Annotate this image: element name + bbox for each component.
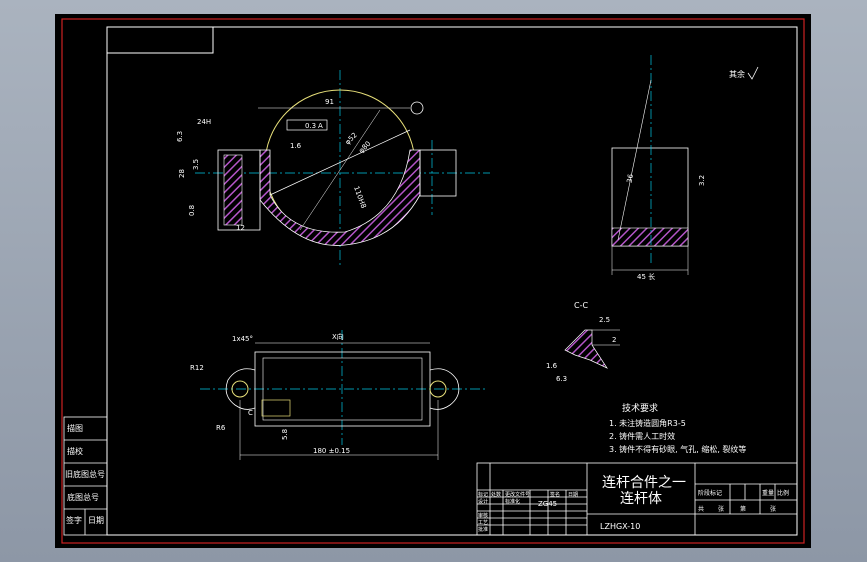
dim-bottom-58: 5.8 bbox=[281, 429, 289, 440]
tb-right-0: 阶段标记 bbox=[698, 489, 722, 497]
tb-label-0: 标记 bbox=[478, 491, 488, 498]
dim-bottom-width: 180 ±0.15 bbox=[313, 447, 350, 455]
dim-28: 28 bbox=[178, 169, 186, 178]
dim-cc-2: 2 bbox=[612, 336, 616, 344]
dim-cc-16: 1.6 bbox=[546, 362, 558, 370]
tech-req-item-3: 3. 铸件不得有砂眼, 气孔, 缩松, 裂纹等 bbox=[609, 444, 746, 454]
tech-req-item-1: 1. 未注铸造圆角R3-5 bbox=[609, 418, 686, 428]
dim-08: 0.8 bbox=[188, 205, 196, 216]
dim-bottom-r12: R12 bbox=[190, 364, 204, 372]
section-label: C-C bbox=[574, 301, 588, 310]
tol-a: A bbox=[318, 122, 323, 130]
tb-right-1: 重量 bbox=[762, 489, 774, 497]
tb-label-6: 标准化 bbox=[505, 498, 520, 505]
dim-top-width: 91 bbox=[325, 98, 334, 106]
dim-cc-25: 2.5 bbox=[599, 316, 610, 324]
left-table-row-4: 底图总号 bbox=[67, 492, 99, 502]
dim-bottom-angle: 1x45° bbox=[232, 335, 253, 343]
dim-right-45: 45 长 bbox=[637, 272, 655, 281]
tb-right-3: 共 bbox=[698, 505, 704, 513]
tech-req-heading: 技术要求 bbox=[622, 402, 658, 414]
tb-label-2: 更改文件号 bbox=[505, 491, 530, 498]
dim-35: 3.5 bbox=[192, 159, 200, 170]
drawing-number: LZHGX-10 bbox=[600, 522, 640, 531]
tb-right-5: 第 bbox=[740, 505, 746, 513]
tb-right-2: 比例 bbox=[777, 489, 789, 497]
dim-cc-63: 6.3 bbox=[556, 375, 567, 383]
left-table-row-1: 描图 bbox=[67, 423, 83, 433]
left-table-row-6: 日期 bbox=[88, 516, 104, 525]
dim-bottom-c: C bbox=[248, 409, 253, 417]
tb-right-4: 张 bbox=[718, 505, 724, 513]
right-view-hatch bbox=[611, 227, 689, 247]
drawing-canvas: 描图 描校 旧底图总号 底图总号 签字 日期 连杆合件之一 连杆体 LZHGX-… bbox=[55, 14, 811, 548]
left-table-row-3: 旧底图总号 bbox=[65, 469, 105, 479]
dim-16: 1.6 bbox=[290, 142, 302, 150]
surface-note: 其余 bbox=[729, 69, 745, 79]
dim-12: 12 bbox=[236, 224, 245, 232]
drawing-title-line-2: 连杆体 bbox=[620, 491, 662, 507]
material-label: ZG45 bbox=[538, 500, 557, 508]
drawing-title-line-1: 连杆合件之一 bbox=[602, 475, 686, 491]
tech-req-item-2: 2. 铸件需人工时效 bbox=[609, 431, 675, 441]
dim-bottom-top: X向 bbox=[332, 332, 344, 341]
tb-label-9: 批准 bbox=[478, 526, 488, 533]
sheet-background bbox=[55, 14, 811, 548]
tol-03: 0.3 bbox=[305, 122, 316, 130]
dim-24: 24H bbox=[197, 118, 211, 126]
tb-label-7: 审核 bbox=[478, 512, 488, 519]
dim-63: 6.3 bbox=[176, 131, 184, 142]
dim-bottom-r6: R6 bbox=[216, 424, 226, 432]
tb-label-4: 日期 bbox=[568, 492, 578, 498]
left-table-row-2: 描校 bbox=[67, 446, 83, 456]
left-boss-hatch bbox=[223, 154, 243, 226]
tb-label-1: 处数 bbox=[491, 491, 501, 498]
tb-right-6: 张 bbox=[770, 505, 776, 513]
tb-label-8: 工艺 bbox=[478, 520, 488, 526]
left-table-row-5: 签字 bbox=[66, 515, 82, 525]
tb-label-3: 签名 bbox=[550, 491, 560, 498]
tb-label-5: 设计 bbox=[478, 498, 488, 505]
dim-right-32: 3.2 bbox=[698, 175, 706, 186]
